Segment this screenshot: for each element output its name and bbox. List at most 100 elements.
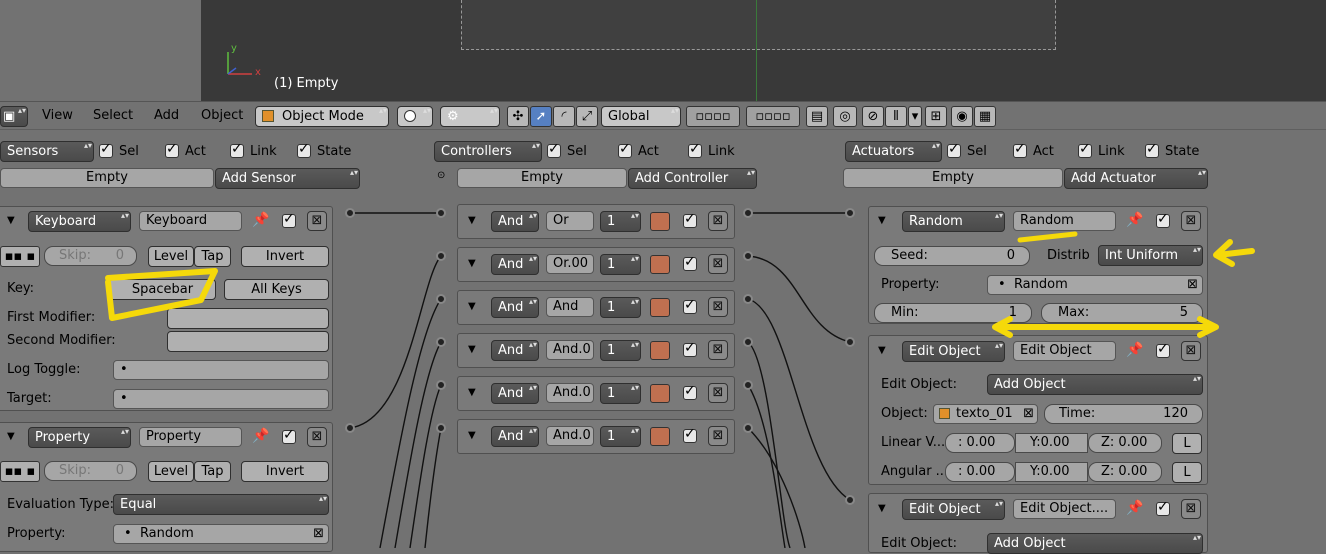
sensor-type-select[interactable]: Property bbox=[28, 427, 131, 448]
property-field[interactable]: • Random ⊠ bbox=[113, 524, 329, 544]
controller-state-select[interactable]: 1 bbox=[600, 211, 641, 232]
linear-x-field[interactable]: : 0.00 bbox=[945, 433, 1015, 453]
sensor-link-socket[interactable] bbox=[345, 208, 355, 218]
controller-output-socket[interactable] bbox=[743, 251, 753, 261]
actuator-name-field[interactable]: Random bbox=[1013, 211, 1116, 231]
sensor-type-select[interactable]: Keyboard bbox=[28, 211, 131, 232]
controller-active-checkbox[interactable] bbox=[683, 426, 697, 443]
add-sensor-select[interactable]: Add Sensor bbox=[215, 168, 360, 189]
controller-type-select[interactable]: And bbox=[491, 426, 539, 447]
actuators-state-checkbox[interactable] bbox=[1145, 141, 1159, 158]
sensor-active-checkbox[interactable] bbox=[282, 211, 296, 228]
controller-type-select[interactable]: And bbox=[491, 211, 539, 232]
collapse-triangle-icon[interactable]: ▼ bbox=[7, 215, 15, 226]
edit-object-mode-select[interactable]: Add Object bbox=[987, 374, 1203, 395]
actuator-active-checkbox[interactable] bbox=[1156, 211, 1170, 228]
sensor-name-field[interactable]: Property bbox=[139, 427, 242, 447]
controller-name-field[interactable]: Or bbox=[546, 211, 594, 231]
collapse-triangle-icon[interactable]: ▼ bbox=[878, 503, 886, 514]
controller-name-field[interactable]: And.0 bbox=[546, 340, 594, 360]
seed-field[interactable]: Seed: 0 bbox=[874, 246, 1030, 266]
second-modifier-button[interactable] bbox=[167, 331, 329, 352]
invert-button[interactable]: Invert bbox=[241, 246, 329, 267]
collapse-triangle-icon[interactable]: ▼ bbox=[468, 344, 476, 355]
controller-input-socket[interactable] bbox=[436, 380, 446, 390]
controller-output-socket[interactable] bbox=[743, 380, 753, 390]
collapse-triangle-icon[interactable]: ▼ bbox=[468, 387, 476, 398]
evaluation-type-select[interactable]: Equal bbox=[113, 494, 329, 515]
remove-controller-icon[interactable]: ⊠ bbox=[708, 340, 728, 360]
actuators-act-checkbox[interactable] bbox=[1013, 141, 1027, 158]
angular-x-field[interactable]: : 0.00 bbox=[945, 462, 1015, 482]
controller-active-checkbox[interactable] bbox=[683, 254, 697, 271]
actuator-active-checkbox[interactable] bbox=[1156, 341, 1170, 358]
collapse-triangle-icon[interactable]: ▼ bbox=[7, 431, 15, 442]
level-button[interactable]: Level bbox=[148, 246, 194, 267]
controller-name-field[interactable]: Or.00 bbox=[546, 254, 594, 274]
controller-type-select[interactable]: And bbox=[491, 254, 539, 275]
target-field[interactable]: • bbox=[113, 389, 329, 409]
bookmark-icon[interactable] bbox=[650, 341, 670, 360]
controller-name-field[interactable]: And bbox=[546, 297, 594, 317]
actuators-sel-checkbox[interactable] bbox=[947, 141, 961, 158]
actuator-link-socket[interactable] bbox=[845, 337, 855, 347]
first-modifier-button[interactable] bbox=[167, 308, 329, 329]
actuator-property-field[interactable]: • Random ⊠ bbox=[987, 275, 1203, 295]
min-field[interactable]: Min: 1 bbox=[874, 303, 1032, 323]
bookmark-icon[interactable] bbox=[650, 212, 670, 231]
remove-sensor-icon[interactable]: ⊠ bbox=[307, 211, 327, 231]
controller-output-socket[interactable] bbox=[743, 337, 753, 347]
pulse-toggle-icon[interactable]: ▪▪ ▪ bbox=[0, 246, 40, 267]
sensor-name-field[interactable]: Keyboard bbox=[139, 211, 242, 231]
skip-field[interactable]: Skip: 0 bbox=[44, 246, 137, 266]
controller-active-checkbox[interactable] bbox=[683, 211, 697, 228]
pin-icon[interactable]: 📌 bbox=[252, 212, 269, 228]
controller-state-select[interactable]: 1 bbox=[600, 340, 641, 361]
linear-local-button[interactable]: L bbox=[1172, 433, 1202, 454]
all-keys-button[interactable]: All Keys bbox=[224, 279, 329, 300]
max-field[interactable]: Max: 5 bbox=[1041, 303, 1203, 323]
controller-type-select[interactable]: And bbox=[491, 297, 539, 318]
actuator-name-field[interactable]: Edit Object.... bbox=[1013, 499, 1116, 519]
angular-z-field[interactable]: Z: 0.00 bbox=[1088, 462, 1162, 482]
actuator-type-select[interactable]: Edit Object bbox=[902, 341, 1005, 362]
controller-input-socket[interactable] bbox=[436, 423, 446, 433]
sensors-link-checkbox[interactable] bbox=[230, 141, 244, 158]
controller-state-select[interactable]: 1 bbox=[600, 254, 641, 275]
tap-button[interactable]: Tap bbox=[194, 461, 231, 482]
pin-icon[interactable]: 📌 bbox=[1126, 500, 1143, 516]
key-button[interactable]: Spacebar bbox=[109, 279, 216, 300]
remove-controller-icon[interactable]: ⊠ bbox=[708, 211, 728, 231]
remove-controller-icon[interactable]: ⊠ bbox=[708, 383, 728, 403]
sensor-active-checkbox[interactable] bbox=[282, 427, 296, 444]
remove-actuator-icon[interactable]: ⊠ bbox=[1181, 341, 1201, 361]
add-controller-select[interactable]: Add Controller bbox=[628, 168, 757, 189]
controller-active-checkbox[interactable] bbox=[683, 297, 697, 314]
collapse-triangle-icon[interactable]: ▼ bbox=[468, 215, 476, 226]
remove-controller-icon[interactable]: ⊠ bbox=[708, 254, 728, 274]
remove-controller-icon[interactable]: ⊠ bbox=[708, 297, 728, 317]
actuator-link-socket[interactable] bbox=[845, 208, 855, 218]
sensor-link-socket[interactable] bbox=[345, 423, 355, 433]
remove-actuator-icon[interactable]: ⊠ bbox=[1181, 499, 1201, 519]
distribution-select[interactable]: Int Uniform bbox=[1098, 245, 1203, 266]
linear-z-field[interactable]: Z: 0.00 bbox=[1088, 433, 1162, 453]
controllers-filter-select[interactable]: Controllers bbox=[434, 141, 542, 162]
linear-y-field[interactable]: Y:0.00 bbox=[1015, 433, 1088, 453]
skip-field[interactable]: Skip: 0 bbox=[44, 461, 137, 481]
controller-state-select[interactable]: 1 bbox=[600, 297, 641, 318]
bookmark-icon[interactable] bbox=[650, 384, 670, 403]
log-toggle-field[interactable]: • bbox=[113, 360, 329, 380]
sensors-sel-checkbox[interactable] bbox=[99, 141, 113, 158]
remove-controller-icon[interactable]: ⊠ bbox=[708, 426, 728, 446]
remove-actuator-icon[interactable]: ⊠ bbox=[1181, 211, 1201, 231]
bookmark-icon[interactable] bbox=[650, 255, 670, 274]
object-field[interactable]: texto_01 ⊠ bbox=[933, 404, 1038, 424]
actuator-type-select[interactable]: Random bbox=[902, 211, 1005, 232]
controller-output-socket[interactable] bbox=[743, 423, 753, 433]
bookmark-icon[interactable] bbox=[650, 427, 670, 446]
controller-type-select[interactable]: And bbox=[491, 383, 539, 404]
remove-sensor-icon[interactable]: ⊠ bbox=[307, 427, 327, 447]
controllers-link-checkbox[interactable] bbox=[688, 141, 702, 158]
actuators-filter-select[interactable]: Actuators bbox=[845, 141, 942, 162]
